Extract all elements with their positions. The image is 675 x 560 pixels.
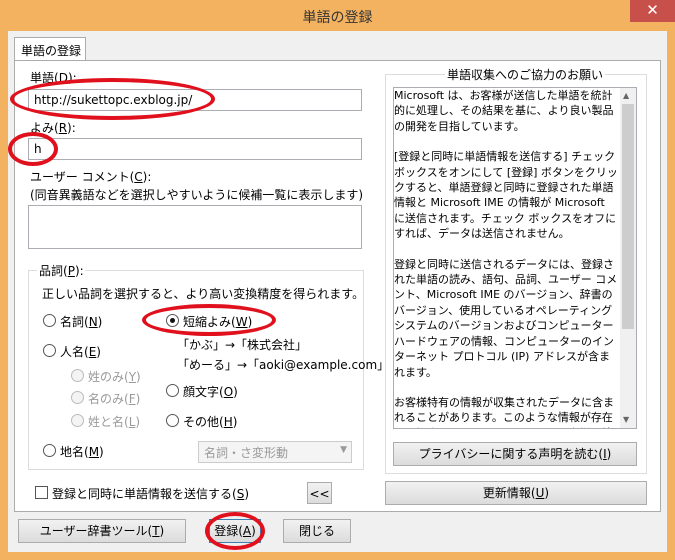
person-name-radio[interactable] (43, 344, 56, 357)
annotation-circle-reading (8, 132, 58, 166)
scroll-up-icon[interactable]: ▲ (623, 91, 629, 100)
scroll-down-icon[interactable]: ▼ (623, 415, 629, 424)
tab-register-word[interactable]: 単語の登録 (14, 37, 86, 61)
pos-description: 正しい品詞を選択すると、より高い変換精度を得られます。 (42, 287, 365, 301)
send-info-checkbox[interactable] (35, 486, 48, 499)
shortcut-example-1: 「かぶ」→「株式会社」 (177, 338, 308, 352)
annotation-circle-register (205, 512, 265, 550)
comment-hint: (同音異義語などを選択しやすいように候補一覧に表示します) (30, 188, 364, 202)
place-name-radio[interactable] (43, 444, 56, 457)
annotation-circle-word (10, 78, 215, 120)
close-button[interactable]: 閉じる (283, 519, 351, 543)
update-info-button[interactable]: 更新情報(U) (385, 481, 647, 505)
emoticon-label[interactable]: 顔文字(O) (183, 383, 238, 400)
comment-input[interactable] (28, 205, 362, 249)
noun-radio[interactable] (43, 314, 56, 327)
close-window-button[interactable]: ✕ (630, 0, 675, 22)
surname-only-label[interactable]: 姓のみ(Y) (88, 368, 141, 385)
info-paragraph: Microsoft は、お客様が送信した単語を統計的に処理し、その結果を基に、よ… (394, 89, 614, 133)
given-name-only-radio[interactable] (71, 391, 84, 404)
other-label[interactable]: その他(H) (183, 413, 237, 430)
send-info-label[interactable]: 登録と同時に単語情報を送信する(S) (52, 485, 249, 502)
close-icon: ✕ (646, 1, 659, 19)
scrollbar-thumb[interactable] (622, 104, 634, 329)
info-group-caption: 単語収集へのご協力のお願い (445, 66, 606, 83)
full-name-radio[interactable] (71, 414, 84, 427)
shortcut-example-2: 「めーる」→「aoki@example.com」 (177, 358, 390, 372)
info-paragraph: 登録と同時に送信されるデータには、登録された単語の読み、語句、品詞、ユーザー コ… (394, 257, 618, 379)
noun-label[interactable]: 名詞(N) (60, 313, 102, 330)
emoticon-radio[interactable] (166, 384, 179, 397)
annotation-circle-shortcut (142, 304, 276, 336)
reading-input[interactable]: h (28, 138, 362, 160)
privacy-statement-button[interactable]: プライバシーに関する声明を読む(I) (393, 442, 637, 466)
user-dictionary-tool-button[interactable]: ユーザー辞書ツール(T) (18, 519, 186, 543)
window-title: 単語の登録 (302, 10, 373, 26)
info-paragraph: お客様特有の情報が収集されたデータに含まれることがあります。このような情報が存在… (394, 395, 614, 428)
chevron-down-icon: ▼ (340, 445, 347, 455)
given-name-only-label[interactable]: 名のみ(F) (88, 390, 140, 407)
surname-only-radio[interactable] (71, 369, 84, 382)
noun-type-select[interactable]: 名詞・さ変形動 ▼ (198, 441, 352, 463)
pos-group-caption: 品詞(P): (37, 262, 86, 279)
person-name-label[interactable]: 人名(E) (60, 343, 101, 360)
info-paragraph: [登録と同時に単語情報を送信する] チェック ボックスをオンにして [登録] ボ… (394, 150, 618, 241)
other-radio[interactable] (166, 414, 179, 427)
collapse-panel-button[interactable]: << (307, 482, 332, 504)
full-name-label[interactable]: 姓と名(L) (88, 413, 140, 430)
place-name-label[interactable]: 地名(M) (60, 443, 104, 460)
comment-label: ユーザー コメント(C): (30, 170, 152, 184)
info-text: Microsoft は、お客様が送信した単語を統計的に処理し、その結果を基に、よ… (394, 88, 619, 428)
